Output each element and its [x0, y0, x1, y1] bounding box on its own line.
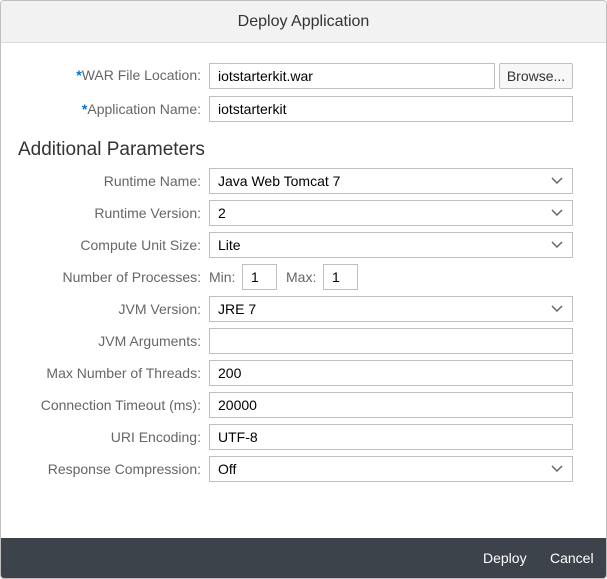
number-of-processes-label: Number of Processes:	[62, 269, 202, 285]
jvm-version-select[interactable]: JRE 7	[209, 296, 573, 322]
additional-parameters-title: Additional Parameters	[18, 139, 205, 160]
processes-min-input[interactable]: 1	[242, 264, 277, 290]
runtime-name-label: Runtime Name:	[103, 173, 201, 189]
processes-min-label: Min:	[209, 269, 236, 285]
application-name-label: *Application Name:	[1, 96, 201, 122]
browse-button[interactable]: Browse...	[499, 63, 573, 89]
response-compression-label: Response Compression:	[47, 461, 201, 477]
dialog-title: Deploy Application	[237, 12, 370, 30]
compute-unit-size-label: Compute Unit Size:	[80, 237, 201, 253]
runtime-version-select[interactable]: 2	[209, 200, 573, 226]
max-threads-label: Max Number of Threads:	[46, 365, 201, 381]
response-compression-value: Off	[218, 461, 237, 477]
runtime-version-value: 2	[218, 205, 226, 221]
jvm-version-value: JRE 7	[218, 301, 257, 317]
war-file-label-text: WAR File Location:	[81, 67, 201, 83]
application-name-input[interactable]: iotstarterkit	[209, 96, 573, 122]
cancel-button[interactable]: Cancel	[550, 538, 594, 578]
processes-max-input[interactable]: 1	[323, 264, 358, 290]
compute-unit-size-value: Lite	[218, 237, 241, 253]
connection-timeout-label: Connection Timeout (ms):	[40, 397, 201, 413]
max-threads-input[interactable]: 200	[209, 360, 573, 386]
compute-unit-size-select[interactable]: Lite	[209, 232, 573, 258]
dialog-footer: Deploy Cancel	[1, 538, 606, 578]
chevron-down-icon	[551, 177, 563, 185]
deploy-button[interactable]: Deploy	[483, 538, 527, 578]
uri-encoding-label: URI Encoding:	[110, 429, 201, 445]
dialog-header: Deploy Application	[1, 1, 606, 43]
processes-max-label: Max:	[286, 269, 317, 285]
jvm-arguments-label: JVM Arguments:	[98, 333, 201, 349]
runtime-version-label: Runtime Version:	[94, 205, 201, 221]
jvm-arguments-input[interactable]	[209, 328, 573, 354]
uri-encoding-input[interactable]: UTF-8	[209, 424, 573, 450]
jvm-version-label: JVM Version:	[118, 301, 201, 317]
deploy-application-dialog: Deploy Application *WAR File Location: i…	[0, 0, 607, 579]
chevron-down-icon	[551, 209, 563, 217]
war-file-label: *WAR File Location:	[1, 62, 201, 88]
response-compression-select[interactable]: Off	[209, 456, 573, 482]
application-name-label-text: Application Name:	[87, 101, 201, 117]
war-file-input[interactable]: iotstarterkit.war	[209, 63, 495, 89]
chevron-down-icon	[551, 241, 563, 249]
runtime-name-select[interactable]: Java Web Tomcat 7	[209, 168, 573, 194]
connection-timeout-input[interactable]: 20000	[209, 392, 573, 418]
chevron-down-icon	[551, 305, 563, 313]
runtime-name-value: Java Web Tomcat 7	[218, 173, 341, 189]
chevron-down-icon	[551, 465, 563, 473]
